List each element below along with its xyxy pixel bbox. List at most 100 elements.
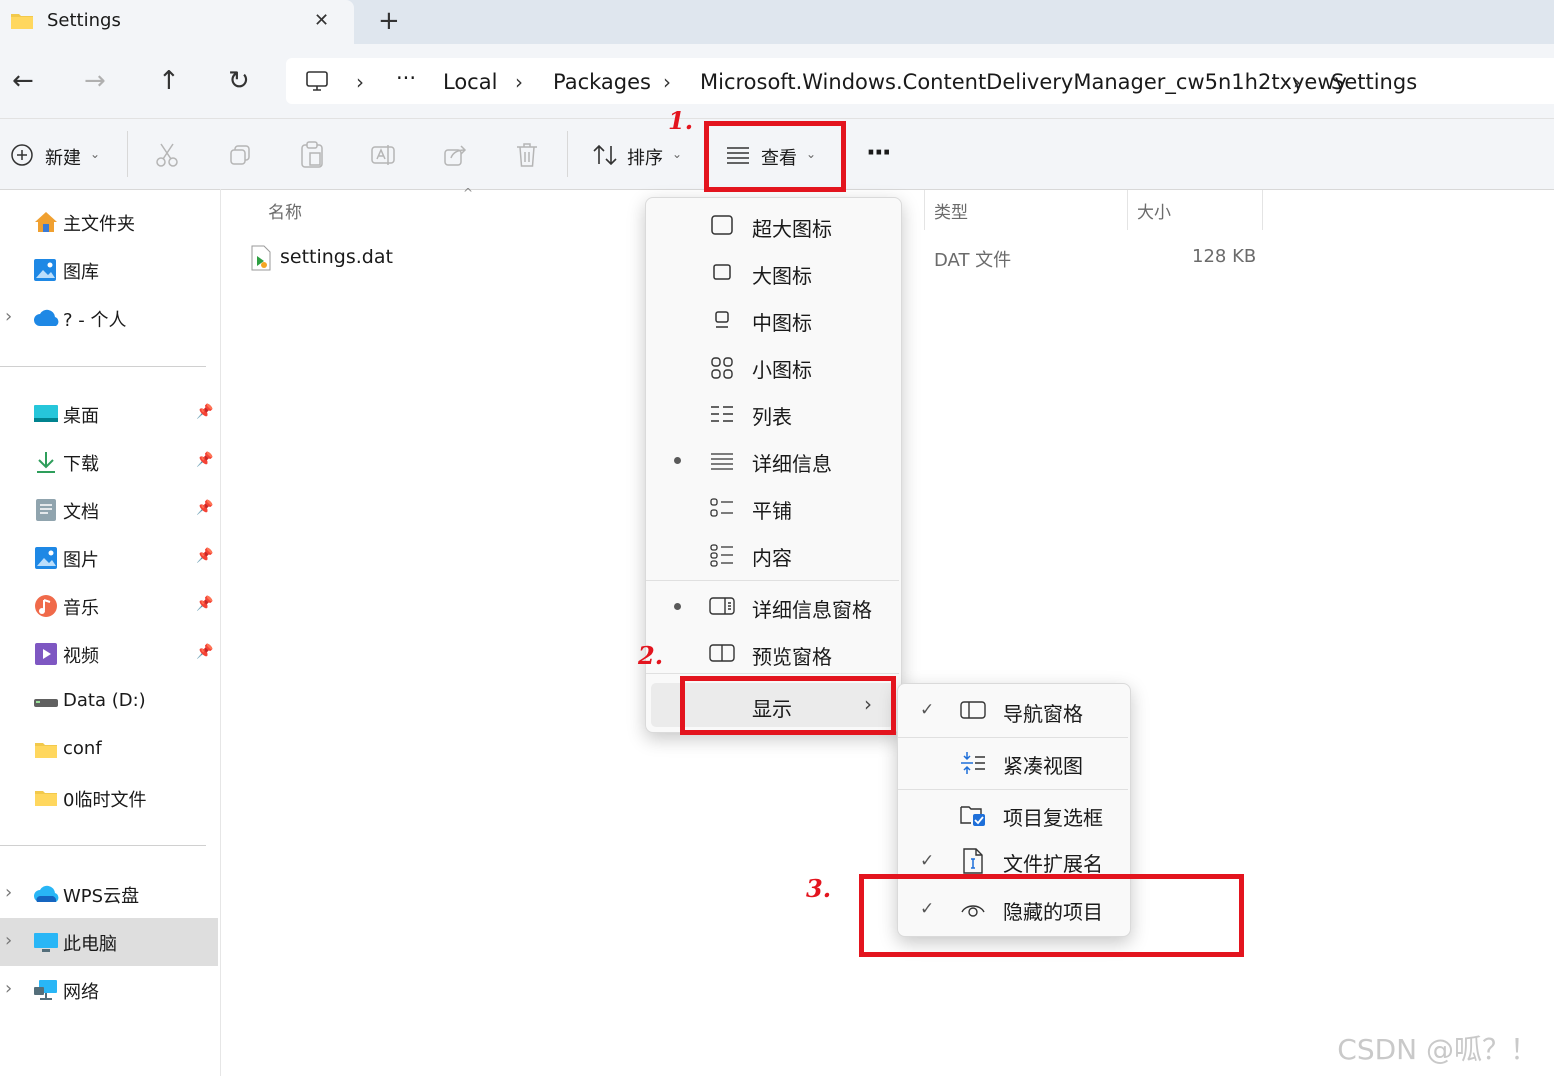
menu-item-medium-icons[interactable]: 中图标 bbox=[752, 307, 812, 336]
sidebar-item-onedrive[interactable]: ? - 个人 bbox=[63, 306, 127, 332]
sidebar-item-network[interactable]: 网络 bbox=[63, 978, 99, 1004]
share-icon[interactable] bbox=[443, 142, 469, 168]
sidebar-item-downloads[interactable]: 下载 bbox=[63, 450, 99, 476]
refresh-button[interactable]: ↻ bbox=[228, 66, 250, 96]
column-header-name[interactable]: 名称 bbox=[268, 198, 302, 223]
breadcrumb-separator[interactable]: › bbox=[515, 70, 523, 94]
annotation-step-2: 2. bbox=[638, 641, 664, 670]
sidebar-item-music[interactable]: 音乐 bbox=[63, 594, 99, 620]
sidebar-item-home[interactable]: 主文件夹 bbox=[63, 210, 135, 236]
breadcrumb-separator[interactable]: › bbox=[356, 70, 364, 94]
sort-icon[interactable] bbox=[592, 143, 618, 167]
pin-icon[interactable]: 📌 bbox=[196, 548, 213, 564]
file-type: DAT 文件 bbox=[934, 250, 1012, 271]
pin-icon[interactable]: 📌 bbox=[196, 596, 213, 612]
folder-icon bbox=[34, 788, 58, 808]
sidebar-item-this-pc[interactable]: 此电脑 bbox=[63, 930, 117, 956]
menu-separator bbox=[898, 789, 1128, 790]
menu-item-details[interactable]: 详细信息 bbox=[752, 448, 832, 477]
column-header-type[interactable]: 类型 bbox=[934, 198, 968, 223]
cut-icon[interactable] bbox=[155, 142, 179, 168]
column-divider[interactable] bbox=[1262, 190, 1263, 230]
submenu-item-compact-view[interactable]: 紧凑视图 bbox=[1003, 750, 1083, 779]
sidebar-divider bbox=[0, 845, 206, 846]
column-divider[interactable] bbox=[1127, 190, 1128, 230]
breadcrumb-item[interactable]: Local bbox=[443, 70, 497, 94]
sidebar-item-desktop[interactable]: 桌面 bbox=[63, 402, 99, 428]
sidebar-item-gallery[interactable]: 图库 bbox=[63, 258, 99, 284]
home-icon bbox=[33, 210, 59, 234]
sidebar-item-pictures[interactable]: 图片 bbox=[63, 546, 99, 572]
menu-separator bbox=[646, 673, 899, 674]
sidebar-item-videos[interactable]: 视频 bbox=[63, 642, 99, 668]
expand-chevron-icon[interactable]: › bbox=[5, 978, 12, 999]
check-icon: ✓ bbox=[920, 700, 935, 720]
onedrive-icon bbox=[33, 309, 61, 327]
breadcrumb-ellipsis[interactable]: ··· bbox=[396, 66, 416, 90]
paste-icon[interactable] bbox=[300, 141, 324, 169]
sidebar-item-temp-folder[interactable]: 0临时文件 bbox=[63, 786, 146, 812]
column-header-size[interactable]: 大小 bbox=[1137, 198, 1171, 223]
expand-chevron-icon[interactable]: › bbox=[5, 306, 12, 327]
toolbar-divider bbox=[567, 131, 568, 177]
pin-icon[interactable]: 📌 bbox=[196, 404, 213, 420]
large-icons-icon bbox=[712, 263, 732, 283]
new-icon[interactable] bbox=[10, 143, 34, 167]
submenu-item-item-checkboxes[interactable]: 项目复选框 bbox=[1003, 802, 1103, 831]
annotation-step-1: 1. bbox=[668, 106, 694, 135]
check-icon: ✓ bbox=[920, 851, 935, 871]
menu-item-large-icons[interactable]: 大图标 bbox=[752, 260, 812, 289]
sidebar-item-conf[interactable]: conf bbox=[63, 738, 102, 759]
music-icon bbox=[34, 594, 58, 618]
chevron-down-icon[interactable]: ⌄ bbox=[90, 147, 100, 161]
computer-icon[interactable] bbox=[305, 70, 329, 92]
videos-icon bbox=[34, 642, 58, 666]
menu-item-extra-large-icons[interactable]: 超大图标 bbox=[752, 213, 832, 242]
sidebar-item-wps-cloud[interactable]: WPS云盘 bbox=[63, 882, 139, 908]
submenu-item-navigation-pane[interactable]: 导航窗格 bbox=[1003, 698, 1083, 727]
menu-item-content[interactable]: 内容 bbox=[752, 542, 792, 571]
annotation-box-view bbox=[704, 121, 846, 192]
menu-item-small-icons[interactable]: 小图标 bbox=[752, 354, 812, 383]
menu-item-preview-pane[interactable]: 预览窗格 bbox=[752, 641, 832, 670]
close-tab-icon[interactable]: ✕ bbox=[314, 10, 329, 31]
sidebar-item-documents[interactable]: 文档 bbox=[63, 498, 99, 524]
column-divider[interactable] bbox=[924, 190, 925, 230]
preview-pane-icon bbox=[709, 643, 735, 663]
breadcrumb-item[interactable]: Packages bbox=[553, 70, 651, 94]
breadcrumb-separator[interactable]: › bbox=[663, 70, 671, 94]
delete-icon[interactable] bbox=[515, 142, 539, 168]
network-icon bbox=[33, 979, 59, 1003]
pin-icon[interactable]: 📌 bbox=[196, 644, 213, 660]
pin-icon[interactable]: 📌 bbox=[196, 500, 213, 516]
menu-item-list[interactable]: 列表 bbox=[752, 401, 792, 430]
expand-chevron-icon[interactable]: › bbox=[5, 930, 12, 951]
rename-icon[interactable] bbox=[370, 142, 396, 168]
up-button[interactable]: ↑ bbox=[158, 66, 180, 96]
sort-button[interactable]: 排序 bbox=[627, 144, 663, 170]
extra-large-icons-icon bbox=[710, 214, 734, 238]
forward-button[interactable]: → bbox=[84, 66, 106, 96]
sidebar-item-drive-d[interactable]: Data (D:) bbox=[63, 690, 146, 711]
menu-item-tiles[interactable]: 平铺 bbox=[752, 495, 792, 524]
small-icons-icon bbox=[710, 356, 734, 380]
tiles-icon bbox=[710, 497, 734, 519]
pin-icon[interactable]: 📌 bbox=[196, 452, 213, 468]
watermark: CSDN @呱？！ bbox=[1337, 1033, 1538, 1066]
new-tab-button[interactable]: + bbox=[378, 6, 400, 36]
expand-chevron-icon[interactable]: › bbox=[5, 882, 12, 903]
more-options-button[interactable]: ··· bbox=[866, 138, 892, 168]
back-button[interactable]: ← bbox=[12, 66, 34, 96]
breadcrumb-separator[interactable]: › bbox=[1293, 70, 1301, 94]
menu-item-details-pane[interactable]: 详细信息窗格 bbox=[752, 594, 872, 623]
submenu-item-file-extensions[interactable]: 文件扩展名 bbox=[1003, 848, 1103, 877]
breadcrumb-item[interactable]: Settings bbox=[1331, 70, 1417, 94]
menu-separator bbox=[646, 580, 899, 581]
copy-icon[interactable] bbox=[228, 143, 252, 167]
pictures-icon bbox=[34, 546, 58, 570]
chevron-down-icon[interactable]: ⌄ bbox=[672, 147, 682, 161]
breadcrumb-item[interactable]: Microsoft.Windows.ContentDeliveryManager… bbox=[700, 70, 1347, 94]
file-name[interactable]: settings.dat bbox=[280, 246, 393, 268]
new-button[interactable]: 新建 bbox=[45, 144, 81, 170]
annotation-step-3: 3. bbox=[806, 874, 832, 903]
